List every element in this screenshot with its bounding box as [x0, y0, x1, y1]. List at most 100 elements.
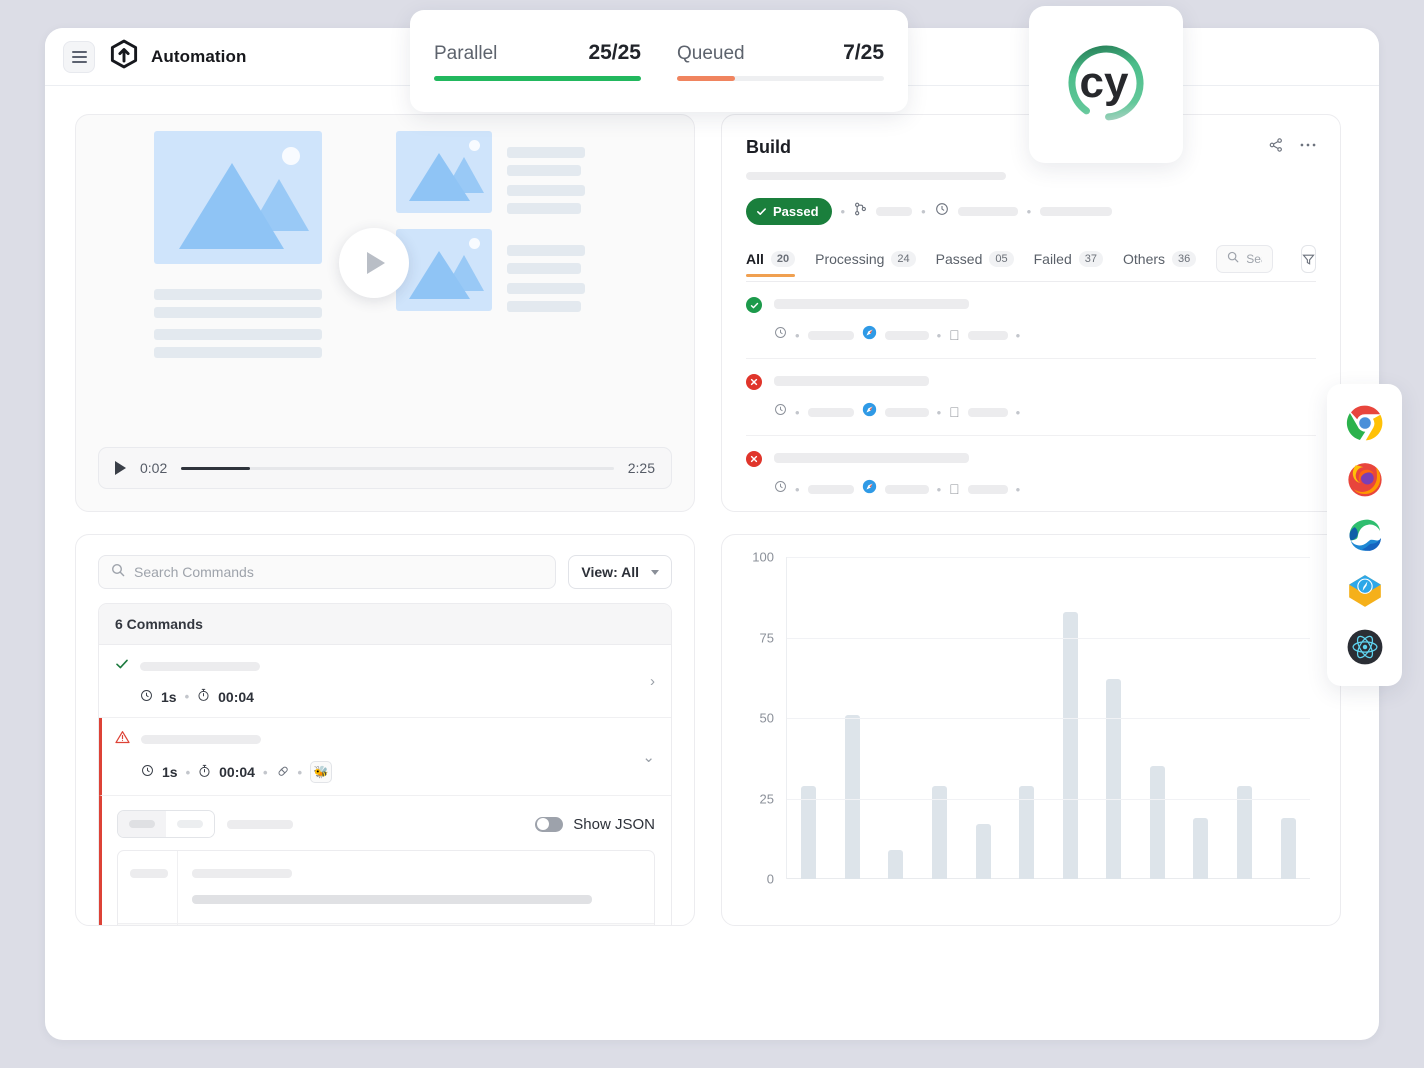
bar[interactable]: [1193, 818, 1208, 879]
separator-dot: •: [1016, 482, 1021, 497]
status-badge-label: Passed: [773, 204, 819, 219]
video-progress-bar[interactable]: [181, 467, 614, 470]
chevron-down-icon: [651, 570, 659, 575]
stat-queued: Queued 7/25: [677, 41, 884, 81]
command-name-skeleton: [141, 735, 261, 744]
safari-icon: [862, 479, 877, 499]
tab-others[interactable]: Others 36: [1123, 251, 1196, 276]
search-tests-field[interactable]: [1216, 245, 1273, 273]
search-commands-field[interactable]: [98, 555, 556, 589]
search-tests-input[interactable]: [1246, 252, 1262, 266]
check-icon: [115, 657, 129, 676]
bar-chart: 1007550250: [740, 557, 1318, 907]
separator-dot: •: [298, 765, 303, 780]
bug-icon[interactable]: 🐝: [310, 761, 332, 783]
chevron-right-icon[interactable]: ›: [650, 673, 655, 690]
hamburger-icon-line: [72, 56, 87, 58]
show-json-toggle[interactable]: Show JSON: [535, 816, 655, 833]
bar[interactable]: [932, 786, 947, 879]
status-passed-icon: [746, 297, 762, 313]
bar[interactable]: [1237, 786, 1252, 879]
table-row[interactable]: • •  •: [746, 359, 1316, 436]
tab-label: Failed: [1034, 251, 1072, 267]
webkit-icon[interactable]: [1346, 572, 1384, 610]
bar[interactable]: [845, 715, 860, 879]
cards-grid: 0:02 2:25 Build: [75, 114, 1349, 926]
table-row[interactable]: • •  •: [746, 282, 1316, 359]
toggle-switch[interactable]: [535, 817, 563, 832]
bar[interactable]: [888, 850, 903, 879]
chrome-icon[interactable]: [1346, 404, 1384, 442]
share-icon[interactable]: [1268, 137, 1284, 153]
separator-dot: •: [795, 482, 800, 497]
text-skeleton-line: [507, 165, 581, 176]
meta-skeleton: [808, 485, 854, 494]
detail-segmented-control[interactable]: [117, 810, 215, 838]
filter-icon[interactable]: [1301, 245, 1316, 273]
stopwatch-icon: [198, 764, 211, 781]
separator-dot: •: [937, 405, 942, 420]
table-row[interactable]: • •  •: [746, 436, 1316, 512]
test-rows: • •  •: [746, 282, 1316, 512]
clock-icon: [774, 403, 787, 421]
pill-icon[interactable]: [276, 764, 290, 781]
y-axis-tick-label: 25: [760, 791, 774, 806]
tab-passed[interactable]: Passed 05: [936, 251, 1014, 276]
chevron-down-icon[interactable]: ⌄: [642, 748, 655, 766]
bar[interactable]: [1281, 818, 1296, 879]
cypress-logo-card: cy: [1029, 6, 1183, 163]
status-badge: Passed: [746, 198, 832, 225]
separator-dot: •: [185, 689, 190, 704]
detail-toolbar: Show JSON: [117, 810, 655, 838]
segment-option-right[interactable]: [166, 811, 214, 837]
more-options-icon[interactable]: [1300, 142, 1316, 148]
view-filter-dropdown[interactable]: View: All: [568, 555, 672, 589]
tab-processing[interactable]: Processing 24: [815, 251, 916, 276]
menu-toggle-button[interactable]: [63, 41, 95, 73]
bar[interactable]: [1150, 766, 1165, 879]
clock-icon: [935, 202, 949, 221]
tab-count: 20: [771, 251, 795, 267]
firefox-icon[interactable]: [1346, 460, 1384, 498]
gridline: [787, 557, 1310, 558]
detail-table: [117, 850, 655, 926]
duration-skeleton: [958, 207, 1018, 216]
warning-triangle-icon: [115, 730, 130, 749]
stats-overlay-card: Parallel 25/25 Queued 7/25: [410, 10, 908, 112]
bar[interactable]: [976, 824, 991, 879]
command-row[interactable]: 1s • 00:04 ›: [99, 645, 671, 718]
svg-text:cy: cy: [1080, 58, 1129, 107]
tab-label: Passed: [936, 251, 983, 267]
edge-icon[interactable]: [1346, 516, 1384, 554]
play-overlay-button[interactable]: [339, 228, 409, 298]
electron-icon[interactable]: [1346, 628, 1384, 666]
segment-option-left[interactable]: [118, 811, 166, 837]
bar[interactable]: [1063, 612, 1078, 879]
bar[interactable]: [1106, 679, 1121, 879]
tab-count: 05: [989, 251, 1013, 267]
stat-value: 7/25: [843, 41, 884, 65]
text-skeleton-line: [507, 185, 585, 196]
search-commands-input[interactable]: [134, 564, 543, 580]
text-skeleton-line: [154, 289, 322, 300]
stat-label: Queued: [677, 43, 745, 65]
bar[interactable]: [801, 786, 816, 879]
gridline: [787, 799, 1310, 800]
tab-failed[interactable]: Failed 37: [1034, 251, 1103, 276]
stat-progress-fill: [677, 76, 735, 81]
image-placeholder-large: [154, 131, 322, 264]
command-row[interactable]: 1s • 00:04 • • 🐝 ⌄: [99, 718, 671, 796]
commands-panel: 6 Commands 1s •: [98, 603, 672, 926]
bar[interactable]: [1019, 786, 1034, 879]
table-cell-key: [118, 924, 178, 926]
tab-all[interactable]: All 20: [746, 251, 795, 276]
cypress-logo-icon: cy: [1056, 35, 1156, 135]
separator-dot: •: [1016, 405, 1021, 420]
table-cell-value: [178, 851, 654, 923]
brand[interactable]: Automation: [109, 39, 246, 74]
play-button[interactable]: [115, 461, 126, 475]
plot-area: [786, 557, 1310, 879]
gridline: [787, 718, 1310, 719]
build-subtitle-skeleton: [746, 172, 1006, 180]
image-placeholder-small: [396, 229, 492, 311]
